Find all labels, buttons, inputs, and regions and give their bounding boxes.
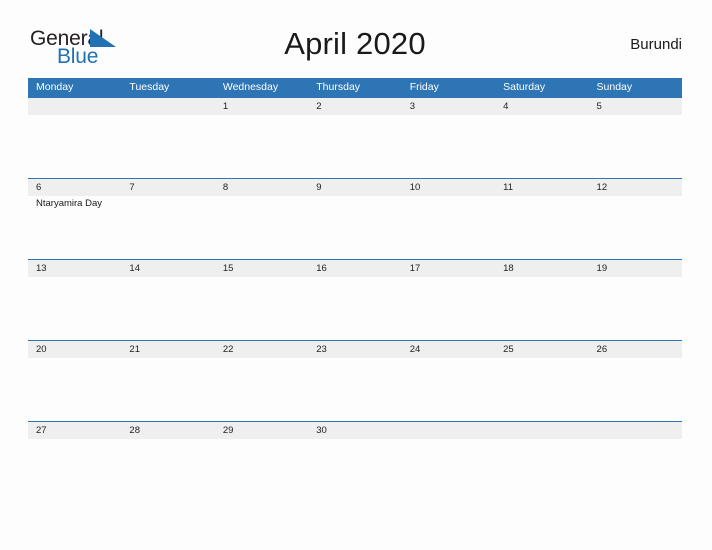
calendar-grid: Monday Tuesday Wednesday Thursday Friday… — [28, 78, 682, 502]
weekday-header-wednesday: Wednesday — [222, 81, 279, 93]
weekday-header-monday: Monday — [36, 81, 74, 93]
day-number: 23 — [316, 344, 327, 355]
day-number: 1 — [222, 101, 229, 112]
day-cell[interactable]: 29 — [215, 422, 308, 503]
day-cell[interactable] — [589, 422, 682, 503]
day-cell[interactable]: 18 — [495, 260, 588, 341]
day-number: 10 — [409, 182, 421, 193]
day-number: 16 — [316, 263, 327, 274]
day-cell[interactable] — [495, 422, 588, 503]
day-number: 21 — [129, 344, 140, 355]
page-header: General Blue April 2020 Burundi — [28, 22, 682, 72]
day-event: Ntaryamira Day — [36, 198, 102, 209]
day-number: 22 — [222, 344, 234, 355]
day-cell[interactable]: 16 — [308, 260, 401, 341]
day-cell[interactable]: 3 — [402, 98, 495, 179]
weekday-header-friday: Friday — [409, 81, 439, 93]
day-cell[interactable]: 20 — [28, 341, 121, 422]
day-number: 26 — [596, 344, 608, 355]
day-number: 4 — [503, 101, 509, 112]
day-number: 6 — [36, 182, 42, 193]
day-number: 12 — [596, 182, 608, 193]
week-row: 13 14 15 16 17 18 19 — [28, 259, 682, 340]
week-row: 6 Ntaryamira Day 7 8 9 10 11 12 — [28, 178, 682, 259]
day-number: 7 — [129, 182, 135, 193]
weekday-header-row: Monday Tuesday Wednesday Thursday Friday… — [28, 78, 682, 97]
day-cell[interactable]: 1 — [215, 98, 308, 179]
day-cell[interactable]: 13 — [28, 260, 121, 341]
day-cell[interactable]: 15 — [215, 260, 308, 341]
day-number: 18 — [503, 263, 514, 274]
weekday-header-tuesday: Tuesday — [129, 81, 170, 93]
day-cell[interactable]: 6 Ntaryamira Day — [28, 179, 121, 260]
day-number: 28 — [129, 425, 140, 436]
day-cell[interactable] — [28, 98, 121, 179]
day-cell[interactable] — [121, 98, 214, 179]
day-cell[interactable]: 4 — [495, 98, 588, 179]
day-cell[interactable]: 24 — [402, 341, 495, 422]
day-cell[interactable]: 27 — [28, 422, 121, 503]
day-cell[interactable]: 12 — [589, 179, 682, 260]
day-cell[interactable]: 21 — [121, 341, 214, 422]
day-number: 13 — [36, 263, 47, 274]
day-number: 25 — [503, 344, 514, 355]
country-label: Burundi — [630, 36, 682, 53]
day-number: 11 — [503, 182, 513, 193]
page-title: April 2020 — [284, 26, 426, 61]
week-row: 20 21 22 23 24 25 26 — [28, 340, 682, 421]
day-cell[interactable]: 14 — [121, 260, 214, 341]
weekday-header-thursday: Thursday — [316, 81, 361, 93]
day-number: 3 — [409, 101, 415, 112]
day-cell[interactable] — [402, 422, 495, 503]
day-events: Ntaryamira Day — [36, 198, 121, 210]
day-number: 30 — [316, 425, 327, 436]
day-number: 8 — [222, 182, 229, 193]
day-cell[interactable]: 28 — [121, 422, 214, 503]
day-cell[interactable]: 22 — [215, 341, 308, 422]
day-number: 14 — [129, 263, 140, 274]
day-cell[interactable]: 30 — [308, 422, 401, 503]
day-cell[interactable]: 26 — [589, 341, 682, 422]
weekday-header-saturday: Saturday — [503, 81, 546, 93]
day-cell[interactable]: 17 — [402, 260, 495, 341]
day-number: 20 — [36, 344, 47, 355]
day-cell[interactable]: 10 — [402, 179, 495, 260]
day-cell[interactable]: 8 — [215, 179, 308, 260]
day-cell[interactable]: 23 — [308, 341, 401, 422]
week-row: 27 28 29 30 — [28, 421, 682, 502]
day-number: 2 — [316, 101, 322, 112]
day-number: 19 — [596, 263, 608, 274]
day-number: 9 — [316, 182, 322, 193]
day-number: 27 — [36, 425, 47, 436]
day-cell[interactable]: 7 — [121, 179, 214, 260]
day-cell[interactable]: 25 — [495, 341, 588, 422]
day-number: 17 — [409, 263, 421, 274]
day-cell[interactable]: 11 — [495, 179, 588, 260]
day-number: 29 — [222, 425, 234, 436]
day-cell[interactable]: 19 — [589, 260, 682, 341]
day-number: 5 — [596, 101, 602, 112]
day-number: 15 — [222, 263, 234, 274]
day-cell[interactable]: 9 — [308, 179, 401, 260]
day-cell[interactable]: 5 — [589, 98, 682, 179]
day-cell[interactable]: 2 — [308, 98, 401, 179]
weekday-header-sunday: Sunday — [596, 81, 633, 93]
week-row: 1 2 3 4 5 — [28, 97, 682, 178]
day-number: 24 — [409, 344, 421, 355]
